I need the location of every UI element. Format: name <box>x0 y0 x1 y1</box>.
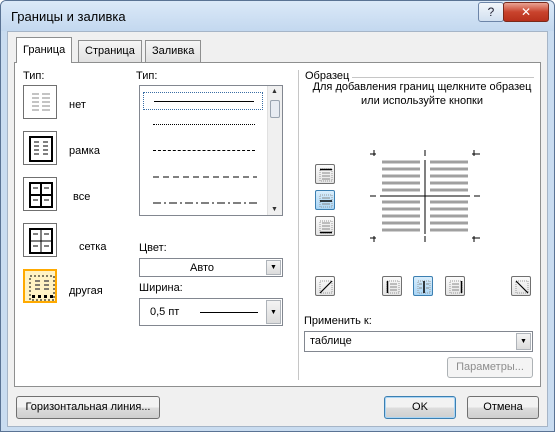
options-button[interactable]: Параметры... <box>447 357 533 378</box>
width-label: Ширина: <box>139 282 183 294</box>
width-select[interactable]: 0,5 пт ▼ <box>139 298 283 326</box>
line-style-scrollbar[interactable]: ▲ ▼ <box>267 86 282 215</box>
color-value: Авто <box>190 262 214 274</box>
preview-sample[interactable] <box>370 150 480 242</box>
apply-to-label: Применить к: <box>304 315 372 327</box>
preset-none-label: нет <box>69 99 86 111</box>
close-button[interactable]: ✕ <box>503 2 549 22</box>
border-bottom-icon <box>319 220 333 234</box>
inside-vertical-border-button[interactable] <box>413 276 433 296</box>
chevron-down-icon[interactable]: ▼ <box>266 260 281 275</box>
right-border-button[interactable] <box>445 276 465 296</box>
column-divider <box>298 70 299 380</box>
preset-box-label: рамка <box>69 145 100 157</box>
preset-all-button[interactable] <box>23 177 57 211</box>
line-style-dash-dot[interactable] <box>143 194 263 212</box>
border-inside-horizontal-icon <box>319 194 333 208</box>
bottom-border-button[interactable] <box>315 216 335 236</box>
line-style-dashed[interactable] <box>143 168 263 186</box>
apply-to-value: таблице <box>310 335 352 347</box>
preset-grid-button[interactable] <box>23 223 57 257</box>
border-diagonal-up-icon <box>319 280 333 294</box>
top-border-button[interactable] <box>315 164 335 184</box>
ok-button[interactable]: OK <box>384 396 456 419</box>
width-value: 0,5 пт <box>150 306 180 318</box>
line-style-list[interactable]: ▲ ▼ <box>139 85 283 216</box>
window-title: Границы и заливка <box>11 9 126 24</box>
preset-custom-label: другая <box>69 285 103 297</box>
line-style-dotted[interactable] <box>143 116 263 134</box>
apply-to-select[interactable]: таблице ▼ <box>304 331 533 352</box>
scroll-down-icon[interactable]: ▼ <box>271 206 278 213</box>
dialog-body: Граница Страница Заливка Тип: нет рамка … <box>7 31 548 427</box>
border-diagonal-down-icon <box>515 280 529 294</box>
chevron-down-icon[interactable]: ▼ <box>516 333 531 350</box>
preset-grid-label: сетка <box>79 241 107 253</box>
preset-none-button[interactable] <box>23 85 57 119</box>
dialog-window: Границы и заливка ? ✕ Граница Страница З… <box>0 0 555 432</box>
line-style-solid[interactable] <box>143 92 263 110</box>
cancel-button[interactable]: Отмена <box>467 396 539 419</box>
border-all-icon <box>29 182 53 208</box>
border-box-icon <box>29 136 53 162</box>
color-label: Цвет: <box>139 242 167 254</box>
border-inside-vertical-icon <box>417 280 431 294</box>
chevron-down-icon[interactable]: ▼ <box>266 300 281 324</box>
diagonal-up-border-button[interactable] <box>315 276 335 296</box>
tab-border[interactable]: Граница <box>16 37 73 63</box>
diagonal-down-border-button[interactable] <box>511 276 531 296</box>
horizontal-line-button[interactable]: Горизонтальная линия... <box>16 396 160 419</box>
tab-page[interactable]: Страница <box>78 40 142 62</box>
border-none-icon <box>32 93 50 111</box>
tab-shading[interactable]: Заливка <box>145 40 202 62</box>
preset-custom-button[interactable] <box>23 269 57 303</box>
line-style-dashed-small[interactable] <box>143 142 263 160</box>
help-button[interactable]: ? <box>478 2 504 22</box>
setting-label: Тип: <box>23 70 45 82</box>
preview-divider <box>352 77 534 78</box>
scroll-thumb[interactable] <box>270 100 280 118</box>
color-select[interactable]: Авто ▼ <box>139 258 283 277</box>
scroll-up-icon[interactable]: ▲ <box>271 88 278 95</box>
title-bar: Границы и заливка ? ✕ <box>1 1 554 31</box>
border-top-icon <box>319 168 333 182</box>
border-grid-icon <box>29 228 53 254</box>
preset-box-button[interactable] <box>23 131 57 165</box>
border-right-icon <box>449 280 463 294</box>
inside-horizontal-border-button[interactable] <box>315 190 335 210</box>
style-label: Тип: <box>136 70 158 82</box>
border-left-icon <box>386 280 400 294</box>
width-sample-line <box>200 312 258 313</box>
border-custom-icon <box>29 275 55 301</box>
preview-hint: Для добавления границ щелкните образец и… <box>312 81 532 107</box>
left-border-button[interactable] <box>382 276 402 296</box>
preset-all-label: все <box>73 191 91 203</box>
